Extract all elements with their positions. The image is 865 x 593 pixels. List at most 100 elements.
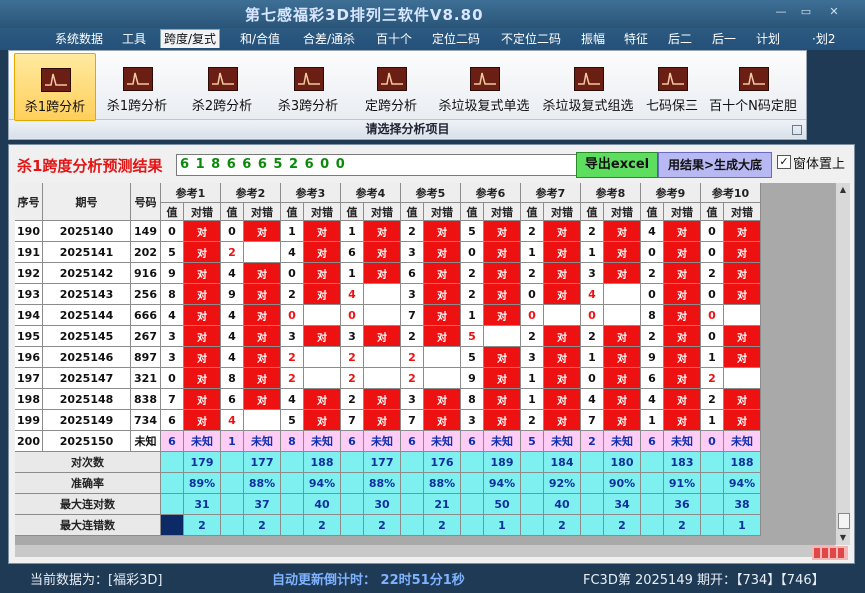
ribbon-button-2[interactable]: 杀2跨分析 (181, 53, 263, 119)
row-check: 对 (724, 263, 761, 284)
ribbon-button-0[interactable]: 杀1跨分析 (14, 53, 96, 121)
minimize-button[interactable]: — (773, 5, 789, 18)
stat-value: 188 (724, 452, 761, 473)
row-check: 对 (304, 263, 341, 284)
ribbon-button-4[interactable]: 定跨分析 (353, 53, 429, 119)
row-value: 1 (701, 347, 724, 368)
menu-item-2[interactable]: 跨度/复式 (160, 29, 221, 48)
menu-item-10[interactable]: 后二 (668, 30, 692, 48)
ribbon-button-label: 杀3跨分析 (277, 99, 339, 114)
horizontal-scrollbar[interactable] (15, 545, 835, 557)
row-check: 对 (604, 410, 641, 431)
stat-value: 37 (244, 494, 281, 515)
row-value: 2 (341, 368, 364, 389)
ribbon-button-label: 杀1跨分析 (24, 100, 86, 115)
scroll-thumb[interactable] (838, 513, 850, 529)
stat-blank (461, 473, 484, 494)
chart-icon (470, 67, 500, 91)
vertical-scrollbar[interactable]: ▲ ▼ (835, 183, 850, 545)
chart-icon (574, 67, 604, 91)
maximize-button[interactable]: ▭ (798, 5, 814, 18)
pending-check: 未知 (244, 431, 281, 452)
ribbon-button-7[interactable]: 七码保三 (641, 53, 703, 119)
pending-check: 未知 (604, 431, 641, 452)
row-check: 对 (244, 389, 281, 410)
menu-item-12[interactable]: 计划 (756, 30, 780, 48)
row-check: 对 (724, 410, 761, 431)
generate-base-button[interactable]: 用结果>生成大底 (658, 152, 772, 178)
result-value-field[interactable]: 6 1 8 6 6 6 5 2 6 0 0 (176, 154, 580, 176)
stat-value: 31 (184, 494, 221, 515)
stat-blank (401, 494, 424, 515)
stat-value: 21 (424, 494, 461, 515)
row-value: 2 (401, 221, 424, 242)
menu-item-9[interactable]: 特征 (624, 30, 648, 48)
row-value: 0 (701, 305, 724, 326)
row-value: 0 (641, 284, 664, 305)
chart-icon (294, 67, 324, 91)
stat-blank (161, 473, 184, 494)
row-value: 0 (161, 368, 184, 389)
row-check: 对 (544, 221, 581, 242)
row-value: 2 (401, 347, 424, 368)
menu-item-3[interactable]: 和/合值 (240, 30, 280, 48)
row-value: 3 (161, 326, 184, 347)
ribbon-expand-icon[interactable] (792, 125, 802, 135)
topmost-checkbox[interactable]: ✓ (777, 155, 791, 169)
row-check: 对 (544, 389, 581, 410)
row-check (304, 368, 341, 389)
row-seq: 198 (15, 389, 43, 410)
row-value: 3 (281, 326, 304, 347)
row-value: 2 (581, 221, 604, 242)
pending-check: 未知 (544, 431, 581, 452)
row-check: 对 (544, 347, 581, 368)
row-check (604, 305, 641, 326)
scroll-up-icon[interactable]: ▲ (836, 183, 850, 197)
row-value: 0 (701, 242, 724, 263)
menu-item-1[interactable]: 工具 (122, 30, 146, 48)
menu-item-6[interactable]: 定位二码 (432, 30, 480, 48)
row-value: 2 (341, 347, 364, 368)
row-number: 149 (131, 221, 161, 242)
row-check: 对 (184, 347, 221, 368)
row-check (724, 368, 761, 389)
row-check: 对 (424, 326, 461, 347)
stat-label: 对次数 (15, 452, 161, 473)
row-number: 321 (131, 368, 161, 389)
row-check (364, 284, 401, 305)
menu-item-13[interactable]: ·划2 (812, 30, 835, 48)
pending-check: 未知 (424, 431, 461, 452)
row-value: 3 (581, 263, 604, 284)
menu-item-8[interactable]: 振幅 (581, 30, 605, 48)
export-excel-button[interactable]: 导出excel (576, 152, 658, 178)
menu-item-7[interactable]: 不定位二码 (501, 30, 561, 48)
scroll-down-icon[interactable]: ▼ (836, 531, 850, 545)
ribbon-button-1[interactable]: 杀1跨分析 (97, 53, 177, 119)
stat-blank (341, 452, 364, 473)
row-value: 2 (281, 347, 304, 368)
row-value: 2 (641, 326, 664, 347)
header-value: 值 (461, 203, 484, 221)
ribbon-button-6[interactable]: 杀垃圾复式组选 (539, 53, 637, 119)
pending-value: 2 (581, 431, 604, 452)
row-check: 对 (184, 368, 221, 389)
menu-item-0[interactable]: 系统数据 (55, 30, 103, 48)
menu-item-5[interactable]: 百十个 (376, 30, 412, 48)
chart-icon (41, 68, 71, 92)
ribbon-button-8[interactable]: 百十个N码定胆 (707, 53, 799, 119)
header-value: 值 (581, 203, 604, 221)
stat-value: 2 (304, 515, 341, 536)
ribbon-button-3[interactable]: 杀3跨分析 (267, 53, 349, 119)
stat-blank (581, 452, 604, 473)
row-check: 对 (544, 368, 581, 389)
close-button[interactable]: ✕ (826, 5, 842, 18)
row-value: 5 (461, 347, 484, 368)
stat-value: 2 (664, 515, 701, 536)
ribbon-button-5[interactable]: 杀垃圾复式单选 (433, 53, 535, 119)
header-period: 期号 (43, 183, 131, 221)
menu-item-11[interactable]: 后一 (712, 30, 736, 48)
stat-value: 94% (484, 473, 521, 494)
header-ref-9: 参考9 (641, 183, 701, 203)
row-value: 4 (281, 242, 304, 263)
menu-item-4[interactable]: 合差/通杀 (303, 30, 355, 48)
